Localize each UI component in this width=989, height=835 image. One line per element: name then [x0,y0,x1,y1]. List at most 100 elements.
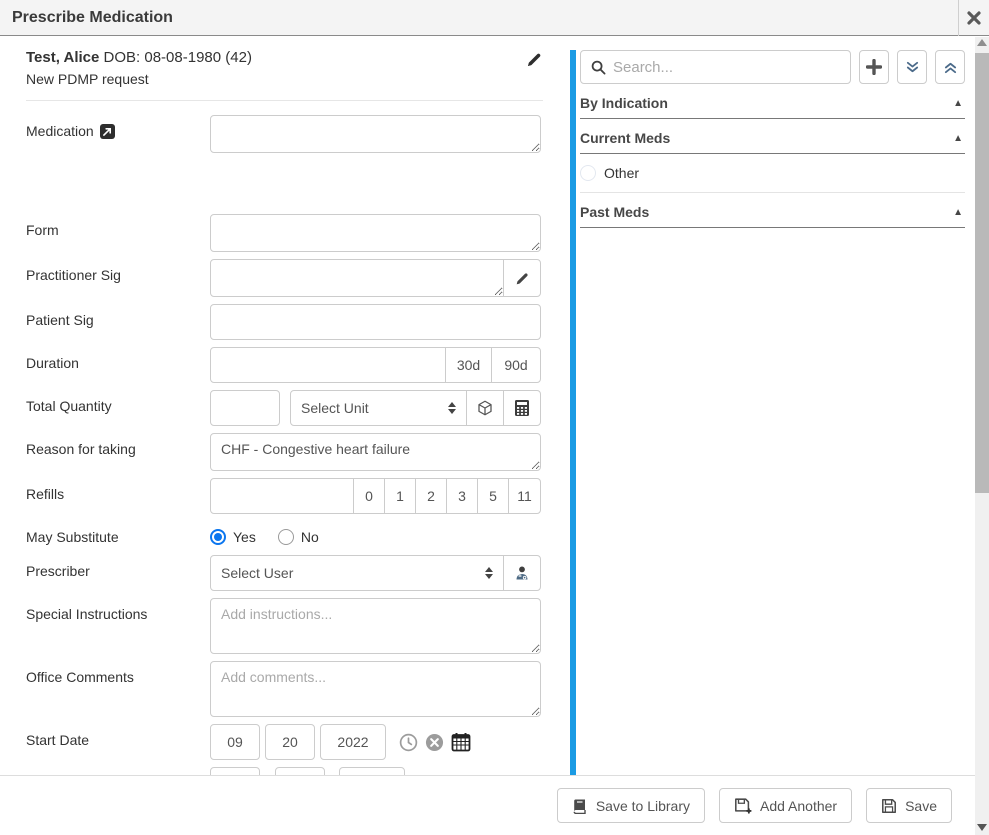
search-field[interactable] [580,50,851,84]
pdmp-request-link[interactable]: New PDMP request [26,69,543,90]
discontinue-year-input[interactable] [339,767,405,775]
modal-header: Prescribe Medication [0,0,989,36]
panel-item-label: Other [604,165,639,181]
add-med-button[interactable] [859,50,889,84]
plus-icon [866,59,882,75]
duration-input[interactable] [210,347,446,383]
office-comments-label: Office Comments [26,661,210,685]
page-title: Prescribe Medication [0,9,958,27]
form-row-may-substitute: May Substitute Yes No [26,521,560,545]
duration-90d-button[interactable]: 90d [491,347,541,383]
caret-up-icon: ▲ [953,207,963,218]
medication-picker-panel: By Indication ▲ Current Meds ▲ Other Pas… [570,50,965,228]
form-label: Form [26,214,210,238]
radio-unselected-icon [580,165,596,181]
add-another-label: Add Another [760,798,837,814]
patient-name: Test, Alice [26,49,99,66]
section-past-meds[interactable]: Past Meds ▲ [580,193,965,228]
form-rows: Medication Form Practitioner Sig [26,115,560,775]
form-row-total-quantity: Total Quantity Select Unit [26,390,560,426]
select-arrows-icon [448,402,456,414]
cube-icon [476,399,494,417]
patient-info: Test, Alice DOB: 08-08-1980 (42) New PDM… [26,47,543,101]
medication-input[interactable] [210,115,541,153]
start-month-input[interactable] [210,724,260,760]
prescriber-label: Prescriber [26,555,210,579]
edit-sig-button[interactable] [503,259,541,297]
substitute-no-radio[interactable]: No [278,529,319,545]
refills-input[interactable] [210,478,354,514]
accent-bar [570,50,576,775]
reason-input[interactable]: CHF - Congestive heart failure [210,433,541,471]
patient-sig-label: Patient Sig [26,304,210,328]
form-row-duration: Duration 30d 90d [26,347,560,383]
collapse-all-button[interactable] [935,50,965,84]
form-row-prescriber: Prescriber Select User [26,555,560,591]
office-comments-input[interactable] [210,661,541,717]
practitioner-sig-input[interactable] [210,259,504,297]
hidden-row-spacer [26,160,560,214]
start-date-label: Start Date [26,724,210,748]
section-label: Past Meds [580,204,649,220]
substitute-yes-label: Yes [233,529,256,545]
save-to-library-button[interactable]: Save to Library [557,788,705,823]
clock-icon[interactable] [399,733,418,752]
vertical-scrollbar[interactable] [975,37,989,835]
practitioner-sig-label: Practitioner Sig [26,259,210,283]
form-input[interactable] [210,214,541,252]
section-by-indication[interactable]: By Indication ▲ [580,84,965,119]
total-quantity-label: Total Quantity [26,390,210,414]
refill-3-button[interactable]: 3 [446,478,478,514]
form-row-reason: Reason for taking CHF - Congestive heart… [26,433,560,471]
section-current-meds[interactable]: Current Meds ▲ [580,119,965,154]
duration-label: Duration [26,347,210,371]
refill-1-button[interactable]: 1 [384,478,416,514]
unit-select-value: Select Unit [301,400,448,416]
may-substitute-label: May Substitute [26,521,210,545]
prescriber-select[interactable]: Select User [210,555,504,591]
start-year-input[interactable] [320,724,386,760]
substitute-no-label: No [301,529,319,545]
default-prescriber-button[interactable] [503,555,541,591]
radio-unselected-icon [278,529,294,545]
prescription-form: Test, Alice DOB: 08-08-1980 (42) New PDM… [0,37,560,775]
refill-5-button[interactable]: 5 [477,478,509,514]
scroll-down-arrow[interactable] [977,824,987,831]
scrollbar-thumb[interactable] [975,53,989,493]
add-another-button[interactable]: Add Another [719,788,852,823]
discontinue-label: Discontinue On [26,767,210,775]
refill-2-button[interactable]: 2 [415,478,447,514]
special-instructions-input[interactable] [210,598,541,654]
radio-selected-icon [210,529,226,545]
refill-0-button[interactable]: 0 [353,478,385,514]
unit-select[interactable]: Select Unit [290,390,467,426]
substitute-yes-radio[interactable]: Yes [210,529,256,545]
modal-body: Test, Alice DOB: 08-08-1980 (42) New PDM… [0,37,975,775]
quantity-calculator-button[interactable] [503,390,541,426]
form-row-special-instructions: Special Instructions [26,598,560,654]
expand-all-button[interactable] [897,50,927,84]
discontinue-month-input[interactable] [210,767,260,775]
current-meds-other-radio[interactable]: Other [580,154,965,193]
medication-label: Medication [26,123,94,139]
patient-sig-input[interactable] [210,304,541,340]
form-row-medication: Medication [26,115,560,153]
search-input[interactable] [613,52,840,82]
discontinue-day-input[interactable] [275,767,325,775]
form-row-refills: Refills 0 1 2 3 5 11 [26,478,560,514]
edit-patient-button[interactable] [526,51,543,68]
save-icon [881,798,897,814]
section-label: Current Meds [580,130,670,146]
save-button[interactable]: Save [866,788,952,823]
reason-label: Reason for taking [26,433,210,457]
start-day-input[interactable] [265,724,315,760]
package-lookup-button[interactable] [466,390,504,426]
calendar-icon[interactable] [451,732,471,752]
clear-date-icon[interactable] [425,733,444,752]
duration-30d-button[interactable]: 30d [445,347,492,383]
refill-11-button[interactable]: 11 [508,478,541,514]
quantity-input[interactable] [210,390,280,426]
external-link-icon[interactable] [100,124,115,139]
scroll-up-arrow[interactable] [977,39,987,46]
close-button[interactable] [958,0,989,36]
